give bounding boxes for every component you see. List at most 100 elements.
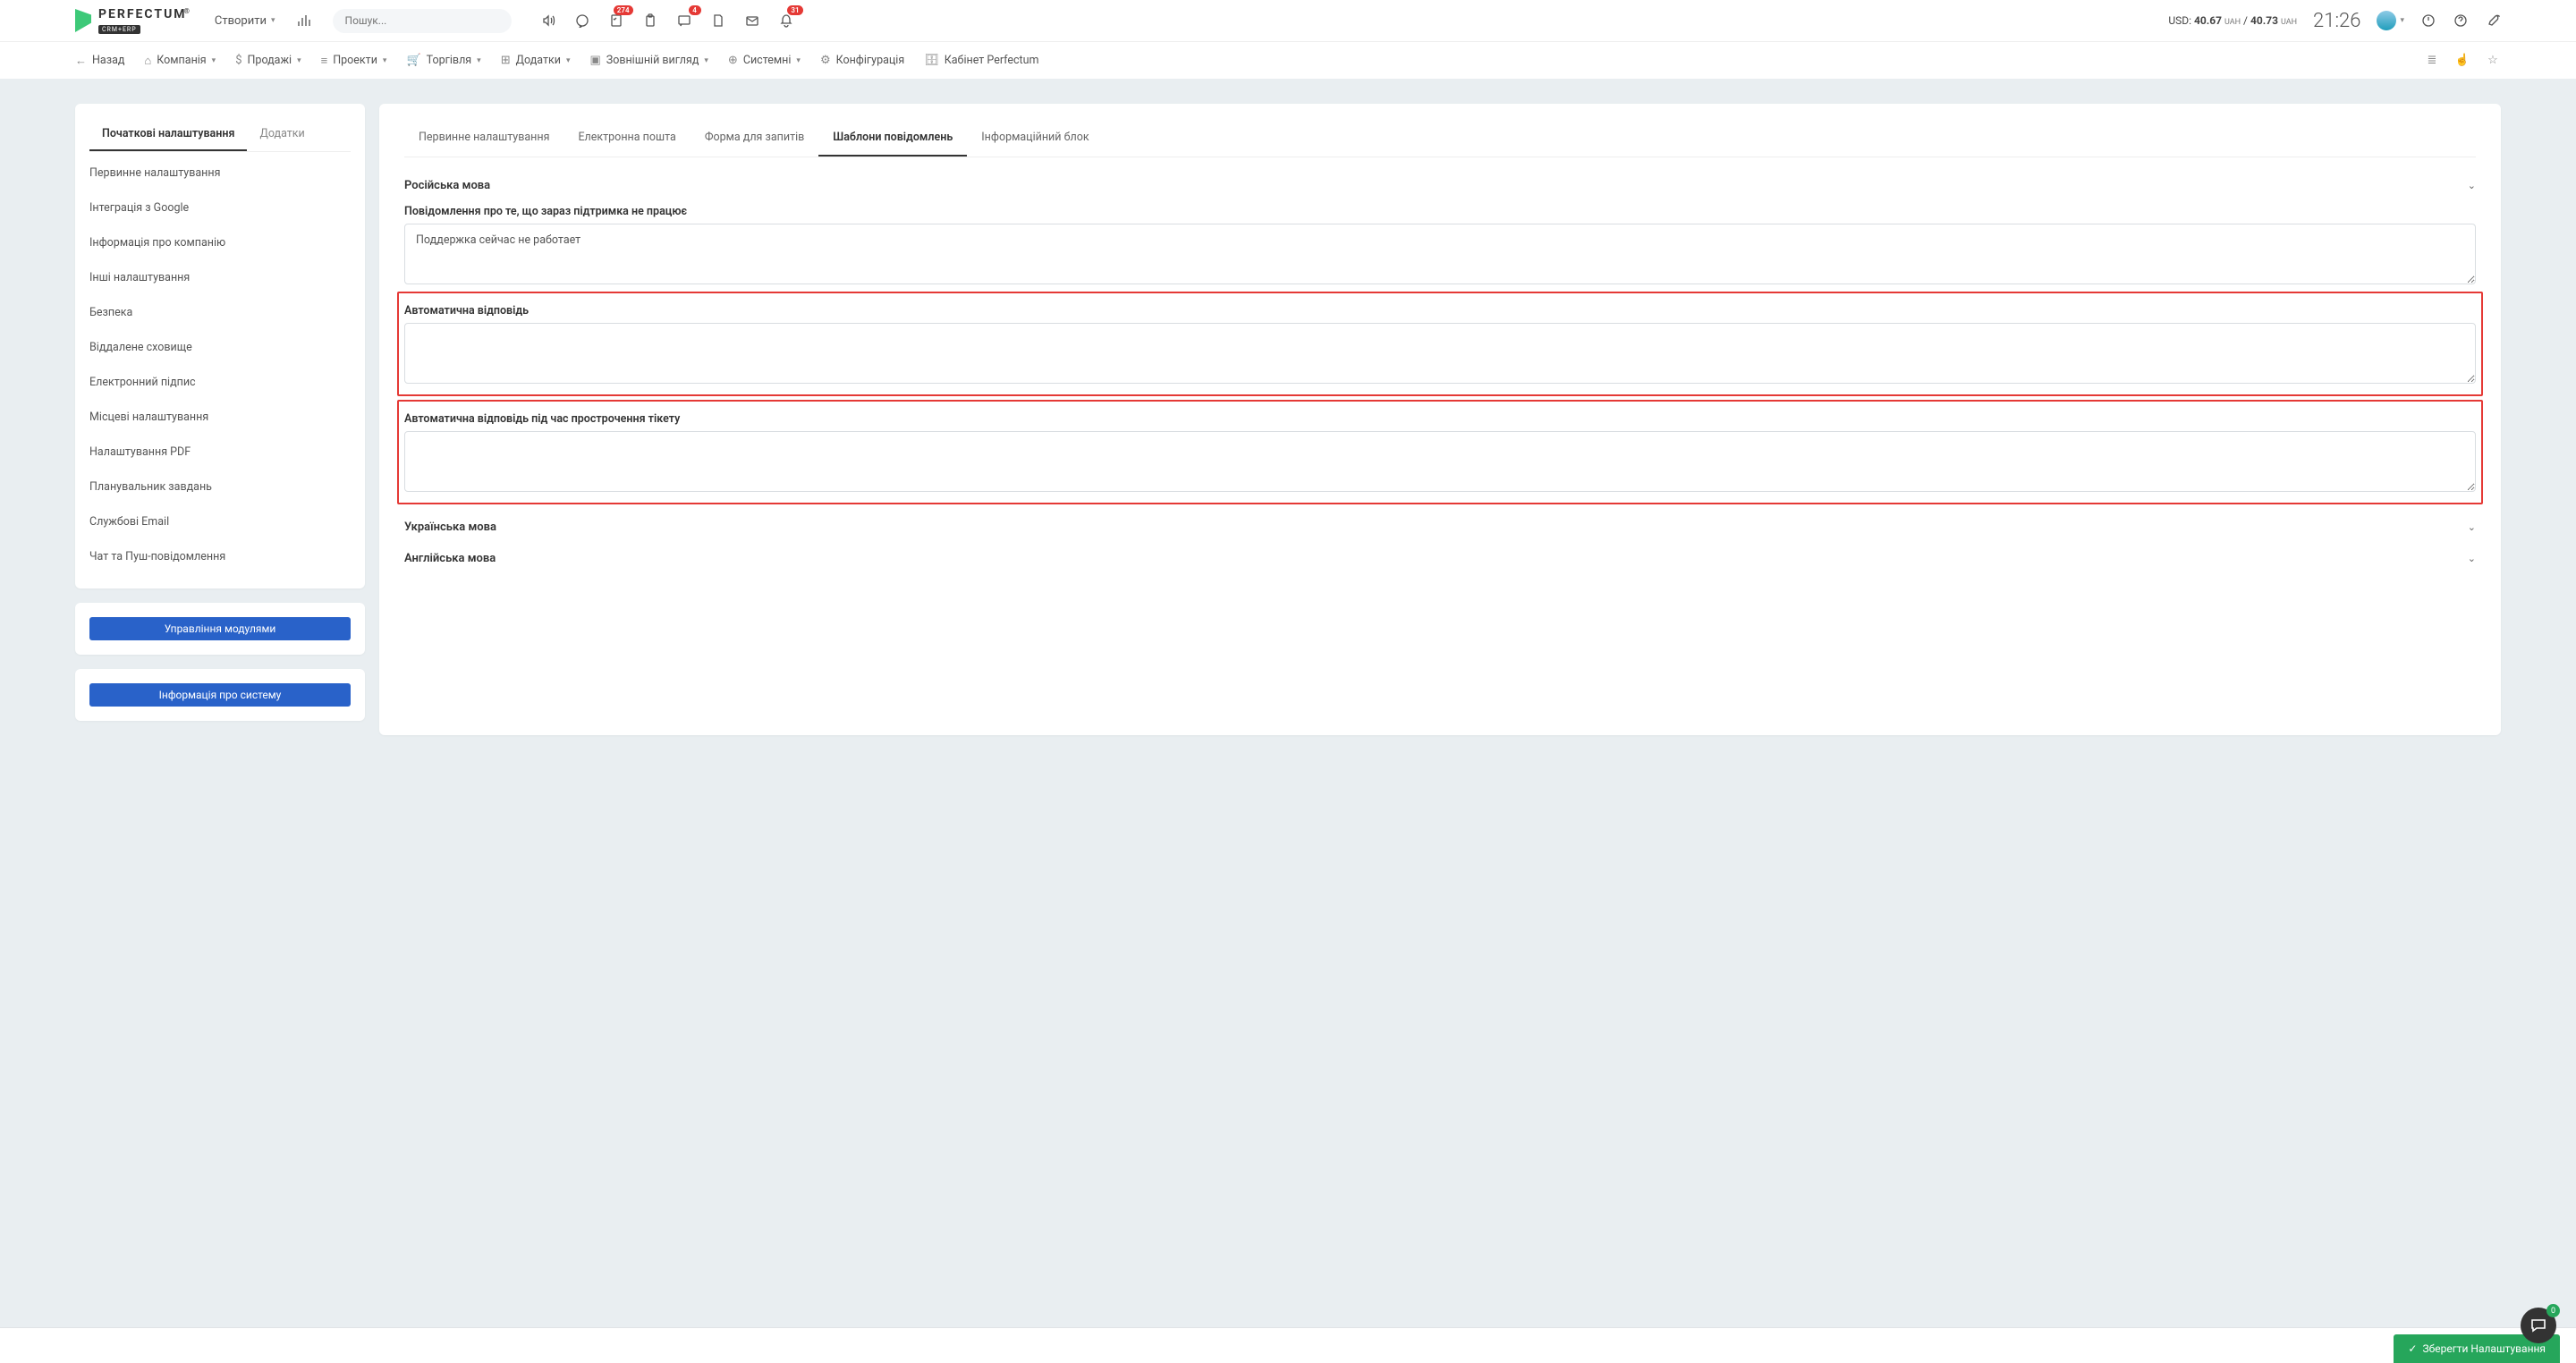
field-label-auto-reply: Автоматична відповідь xyxy=(404,304,2476,317)
currency-rate: USD: 40.67 UAH / 40.73 UAH xyxy=(2168,14,2297,27)
side-link[interactable]: Безпека xyxy=(89,295,351,330)
nav-back[interactable]: ←Назад xyxy=(75,54,124,68)
side-sysinfo-card: Інформація про систему xyxy=(75,669,365,721)
chevron-down-icon: ⌄ xyxy=(2468,521,2476,533)
bell-icon[interactable]: 31 xyxy=(778,13,794,29)
cart-icon: 🛒 xyxy=(406,54,420,67)
chevron-down-icon: ▾ xyxy=(477,56,481,65)
section-russian[interactable]: Російська мова ⌄ xyxy=(404,174,2476,198)
message-icon[interactable]: 4 xyxy=(676,13,692,29)
search-input[interactable] xyxy=(333,9,512,33)
nav-sales[interactable]: $Продажі▾ xyxy=(235,54,301,67)
globe-icon: ⊕ xyxy=(728,54,738,67)
topbar-right: USD: 40.67 UAH / 40.73 UAH 21:26 ▾ xyxy=(2168,10,2501,32)
badge-count: 274 xyxy=(614,5,633,15)
side-link[interactable]: Первинне налаштування xyxy=(89,156,351,190)
main-tab-form[interactable]: Форма для запитів xyxy=(691,120,818,157)
highlight-box-2: Автоматична відповідь під час прострочен… xyxy=(397,400,2483,504)
avatar xyxy=(2377,11,2396,30)
chevron-down-icon: ▾ xyxy=(297,56,301,65)
save-label: Зберегти Налаштування xyxy=(2422,1342,2546,1355)
nav-system[interactable]: ⊕Системні▾ xyxy=(728,54,801,67)
chat-bubble-icon[interactable] xyxy=(574,13,590,29)
clipboard-icon[interactable] xyxy=(642,13,658,29)
nav-trade[interactable]: 🛒Торгівля▾ xyxy=(406,54,480,67)
highlight-box-1: Автоматична відповідь xyxy=(397,292,2483,396)
chat-fab[interactable]: 0 xyxy=(2521,1308,2556,1343)
side-tab-addons[interactable]: Додатки xyxy=(247,118,317,151)
side-link[interactable]: Віддалене сховище xyxy=(89,330,351,365)
help-icon[interactable] xyxy=(2453,13,2469,29)
chevron-down-icon: ▾ xyxy=(704,56,708,65)
side-link[interactable]: Інтеграція з Google xyxy=(89,190,351,225)
chat-icon xyxy=(2529,1316,2547,1334)
nav-projects[interactable]: ≡Проекти▾ xyxy=(321,54,387,68)
nav-appearance[interactable]: ▣Зовнішній вигляд▾ xyxy=(589,54,708,67)
field-label-overdue-reply: Автоматична відповідь під час прострочен… xyxy=(404,412,2476,426)
power-icon[interactable] xyxy=(2420,13,2436,29)
section-english[interactable]: Англійська мова ⌄ xyxy=(404,539,2476,571)
wrench-icon[interactable] xyxy=(2485,13,2501,29)
section-title: Англійська мова xyxy=(404,552,496,565)
chart-icon[interactable] xyxy=(297,13,311,28)
main-card: Первинне налаштування Електронна пошта Ф… xyxy=(379,104,2501,735)
sysinfo-button[interactable]: Інформація про систему xyxy=(89,683,351,707)
logo-mark-icon xyxy=(75,9,91,32)
footer: ✓ Зберегти Налаштування xyxy=(0,1327,2576,1363)
sliders-icon: ⚙ xyxy=(820,54,831,67)
star-icon[interactable]: ☆ xyxy=(2485,53,2501,69)
chevron-down-icon: ⌄ xyxy=(2468,180,2476,191)
nav-right-icons: ≣ ☝ ☆ xyxy=(2424,53,2501,69)
sound-icon[interactable] xyxy=(540,13,556,29)
side-link[interactable]: Інші налаштування xyxy=(89,260,351,295)
plus-box-icon: ⊞ xyxy=(501,54,511,67)
auto-reply-textarea[interactable] xyxy=(404,323,2476,384)
modules-button[interactable]: Управління модулями xyxy=(89,617,351,640)
side-modules-card: Управління модулями xyxy=(75,603,365,655)
topbar: PERFECTUM ® CRM+ERP Створити ▾ 274 4 31 … xyxy=(0,0,2576,41)
nav-addons[interactable]: ⊞Додатки▾ xyxy=(501,54,571,67)
main-tab-templates[interactable]: Шаблони повідомлень xyxy=(818,120,967,157)
nav-cabinet[interactable]: 🗄Кабінет Perfectum xyxy=(924,54,1038,67)
top-icons: 274 4 31 xyxy=(540,13,794,29)
fab-badge: 0 xyxy=(2546,1304,2560,1317)
support-off-textarea[interactable] xyxy=(404,224,2476,284)
side-nav-card: Початкові налаштування Додатки Первинне … xyxy=(75,104,365,588)
create-label: Створити xyxy=(215,14,267,28)
clock: 21:26 xyxy=(2313,10,2360,32)
dollar-icon: $ xyxy=(235,54,242,67)
mail-icon[interactable] xyxy=(744,13,760,29)
checklist-icon[interactable]: 274 xyxy=(608,13,624,29)
side-link[interactable]: Чат та Пуш-повідомлення xyxy=(89,539,351,574)
side-link[interactable]: Інформація про компанію xyxy=(89,225,351,260)
badge-count: 4 xyxy=(689,5,701,15)
create-button[interactable]: Створити ▾ xyxy=(215,14,275,28)
side-link[interactable]: Електронний підпис xyxy=(89,365,351,400)
registered-icon: ® xyxy=(184,7,190,15)
nav-company[interactable]: ⌂Компанія▾ xyxy=(144,54,216,68)
layers-icon[interactable]: ≣ xyxy=(2424,53,2440,69)
field-label-support-off: Повідомлення про те, що зараз підтримка … xyxy=(404,205,2476,218)
navbar: ←Назад ⌂Компанія▾ $Продажі▾ ≡Проекти▾ 🛒Т… xyxy=(0,41,2576,79)
badge-count: 31 xyxy=(787,5,802,15)
overdue-reply-textarea[interactable] xyxy=(404,431,2476,492)
main-tab-initial[interactable]: Первинне налаштування xyxy=(404,120,564,157)
side-tab-initial[interactable]: Початкові налаштування xyxy=(89,118,247,151)
document-icon[interactable] xyxy=(710,13,726,29)
logo-subtitle: CRM+ERP xyxy=(98,25,140,34)
section-ukrainian[interactable]: Українська мова ⌄ xyxy=(404,508,2476,539)
side-link[interactable]: Планувальник завдань xyxy=(89,470,351,504)
hand-icon[interactable]: ☝ xyxy=(2454,53,2470,69)
layers-icon: ≡ xyxy=(321,54,328,68)
logo[interactable]: PERFECTUM ® CRM+ERP xyxy=(75,7,190,35)
side-link[interactable]: Налаштування PDF xyxy=(89,435,351,470)
nav-config[interactable]: ⚙Конфігурація xyxy=(820,54,904,67)
chevron-down-icon: ▾ xyxy=(2400,16,2404,25)
main-tab-email[interactable]: Електронна пошта xyxy=(564,120,690,157)
user-menu[interactable]: ▾ xyxy=(2377,11,2404,30)
chevron-down-icon: ▾ xyxy=(212,56,216,65)
main-tab-infoblock[interactable]: Інформаційний блок xyxy=(967,120,1103,157)
side-link[interactable]: Службові Email xyxy=(89,504,351,539)
side-link[interactable]: Місцеві налаштування xyxy=(89,400,351,435)
chevron-down-icon: ▾ xyxy=(271,16,275,25)
